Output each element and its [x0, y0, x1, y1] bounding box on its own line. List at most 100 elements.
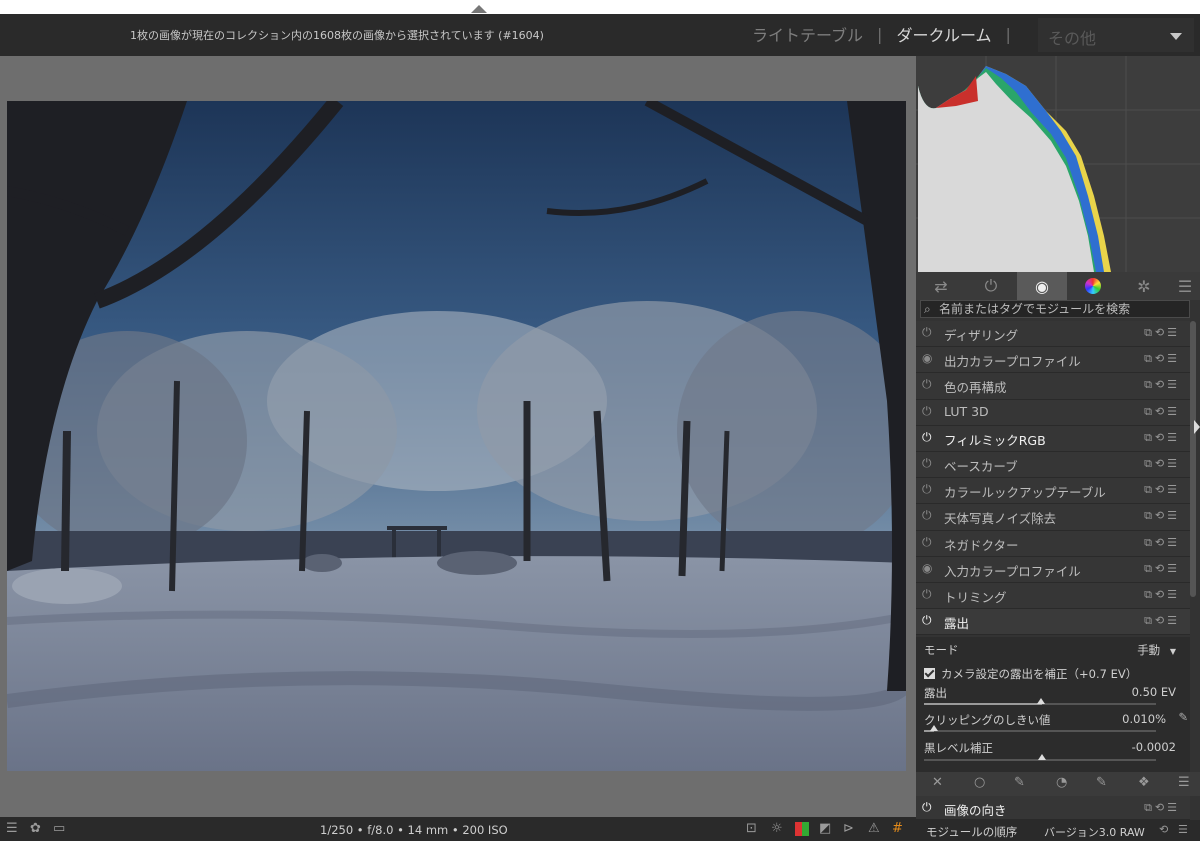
- softproof-icon[interactable]: [795, 822, 809, 836]
- second-window-icon[interactable]: ▭: [53, 821, 65, 836]
- view-darkroom[interactable]: ダークルーム: [896, 22, 991, 46]
- module-actions[interactable]: ⧉⟲☰: [1144, 509, 1180, 523]
- module-label: カラールックアップテーブル: [944, 485, 1106, 501]
- module-actions[interactable]: ⧉⟲☰: [1144, 431, 1180, 445]
- module-actions[interactable]: ⧉⟲☰: [1144, 378, 1180, 392]
- module-label: 画像の向き: [944, 803, 1007, 818]
- drawn-mask-icon[interactable]: ✎: [1014, 775, 1025, 790]
- tab-effects[interactable]: ✲: [1119, 272, 1169, 300]
- gamut-check-icon[interactable]: ◩: [819, 821, 831, 836]
- module-output-color-profile[interactable]: ◉ 出力カラープロファイル ⧉⟲☰: [916, 347, 1190, 374]
- module-input-color-profile[interactable]: ◉ 入力カラープロファイル ⧉⟲☰: [916, 556, 1190, 583]
- tab-quick-access[interactable]: ⇄: [916, 272, 966, 300]
- focus-peaking-icon[interactable]: ⊡: [746, 821, 757, 836]
- module-actions[interactable]: ⧉⟲☰: [1144, 457, 1180, 471]
- slider-marker[interactable]: [930, 725, 938, 731]
- module-filmic-rgb[interactable]: ⏻ フィルミックRGB ⧉⟲☰: [916, 425, 1190, 452]
- module-dithering[interactable]: ⏻ ディザリング ⧉⟲☰: [916, 321, 1190, 348]
- blend-menu-icon[interactable]: ☰: [1178, 775, 1190, 790]
- module-list-scrollbar[interactable]: [1190, 321, 1196, 597]
- snowy-park-photo: [7, 101, 906, 771]
- module-actions[interactable]: ⧉⟲☰: [1144, 352, 1180, 366]
- raw-overexposed-icon[interactable]: ⊳: [843, 821, 854, 836]
- raster-mask-icon[interactable]: ❖: [1138, 775, 1150, 790]
- module-actions[interactable]: ⧉⟲☰: [1144, 614, 1180, 628]
- image-viewport[interactable]: [0, 56, 916, 817]
- module-actions[interactable]: ⧉⟲☰: [1144, 483, 1180, 497]
- black-level-slider[interactable]: [924, 754, 1156, 761]
- clipping-warning-icon[interactable]: ⚠: [868, 821, 880, 836]
- reset-icon[interactable]: ⟲: [1159, 823, 1168, 836]
- module-actions[interactable]: ⧉⟲☰: [1144, 536, 1180, 550]
- module-color-reconstruction[interactable]: ⏻ 色の再構成 ⧉⟲☰: [916, 373, 1190, 400]
- styles-icon[interactable]: ✿: [30, 821, 41, 836]
- eyedropper-icon[interactable]: ✎: [1178, 710, 1188, 724]
- module-negadoctor[interactable]: ⏻ ネガドクター ⧉⟲☰: [916, 530, 1190, 557]
- more-views-dropdown[interactable]: その他: [1038, 18, 1194, 52]
- compensate-checkbox[interactable]: [924, 668, 935, 679]
- hamburger-icon[interactable]: ☰: [6, 821, 18, 836]
- search-input[interactable]: [939, 302, 1184, 316]
- module-order-value[interactable]: バージョン3.0 RAW: [1044, 824, 1145, 840]
- module-exposure[interactable]: ⏻ 露出 ⧉⟲☰: [916, 609, 1190, 636]
- module-label: トリミング: [944, 589, 1007, 605]
- power-icon[interactable]: ⏻: [922, 325, 932, 340]
- power-icon[interactable]: ⏻: [922, 482, 932, 497]
- module-base-curve[interactable]: ⏻ ベースカーブ ⧉⟲☰: [916, 451, 1190, 479]
- compensate-camera-exposure-row[interactable]: カメラ設定の露出を補正（+0.7 EV）: [924, 666, 1176, 682]
- power-icon[interactable]: ⏻: [922, 800, 932, 815]
- power-icon[interactable]: ⏻: [922, 613, 932, 628]
- slider-marker[interactable]: [1037, 698, 1045, 704]
- black-level-value: -0.0002: [1131, 740, 1176, 754]
- mode-row[interactable]: モード 手動 ▼: [924, 642, 1176, 658]
- drawn-parametric-mask-icon[interactable]: ✎: [1096, 775, 1107, 790]
- view-switcher: ライトテーブル | ダークルーム |: [752, 22, 1025, 46]
- module-orientation[interactable]: ⏻ 画像の向き ⧉⟲☰: [916, 796, 1190, 820]
- power-icon[interactable]: ⏻: [922, 508, 932, 523]
- mode-select[interactable]: 手動 ▼: [1137, 642, 1176, 658]
- power-icon[interactable]: ⏻: [922, 430, 932, 445]
- module-actions[interactable]: ⧉⟲☰: [1144, 405, 1180, 419]
- tab-base[interactable]: ◉: [1017, 272, 1067, 300]
- power-icon[interactable]: ⏻: [922, 404, 932, 419]
- guides-icon[interactable]: #: [892, 821, 903, 836]
- module-color-lookup-table[interactable]: ⏻ カラールックアップテーブル ⧉⟲☰: [916, 478, 1190, 505]
- selection-status-text: 1枚の画像が現在のコレクション内の1608枚の画像から選択されています (#16…: [130, 29, 544, 42]
- power-icon[interactable]: ⏻: [922, 535, 932, 550]
- module-label: フィルミックRGB: [944, 432, 1046, 448]
- mask-off-icon[interactable]: ✕: [932, 775, 943, 790]
- right-panel: ⇄ ⏻ ◉ ✲ ☰ ⌕ ⏻ ディザリング ⧉⟲☰ ◉ 出力カラープロファイル ⧉⟲☰ ⏻…: [916, 56, 1200, 841]
- slider-marker[interactable]: [1038, 754, 1046, 760]
- exposure-row: 露出 0.50 EV: [924, 685, 1176, 701]
- tab-presets-menu[interactable]: ☰: [1170, 272, 1200, 300]
- power-icon[interactable]: ⏻: [922, 587, 932, 602]
- module-crop[interactable]: ⏻ トリミング ⧉⟲☰: [916, 582, 1190, 610]
- power-icon[interactable]: ⏻: [922, 377, 932, 392]
- module-search[interactable]: ⌕: [920, 300, 1190, 318]
- power-icon[interactable]: ⏻: [922, 456, 932, 471]
- top-panel-collapse-strip[interactable]: [0, 0, 1200, 14]
- module-lut-3d[interactable]: ⏻ LUT 3D ⧉⟲☰: [916, 399, 1190, 426]
- clipping-slider[interactable]: [924, 725, 1156, 732]
- collapse-top-arrow-icon[interactable]: [471, 5, 487, 13]
- exposure-slider[interactable]: [924, 698, 1156, 705]
- histogram[interactable]: [916, 56, 1200, 272]
- module-actions[interactable]: ⧉⟲☰: [1144, 801, 1180, 815]
- histogram-graph: [916, 56, 1200, 272]
- exposure-value: 0.50 EV: [1131, 685, 1176, 699]
- module-actions[interactable]: ⧉⟲☰: [1144, 562, 1180, 576]
- view-lighttable[interactable]: ライトテーブル: [752, 22, 863, 46]
- hamburger-icon[interactable]: ☰: [1178, 823, 1188, 836]
- parametric-mask-icon[interactable]: ◔: [1056, 775, 1067, 790]
- module-astro-denoise[interactable]: ⏻ 天体写真ノイズ除去 ⧉⟲☰: [916, 504, 1190, 531]
- compensate-label: カメラ設定の露出を補正（+0.7 EV）: [941, 667, 1138, 681]
- module-actions[interactable]: ⧉⟲☰: [1144, 326, 1180, 340]
- iso12646-bulb-icon[interactable]: ☼: [771, 821, 783, 836]
- chevron-down-icon: [1170, 33, 1182, 40]
- collapse-right-panel-arrow-icon[interactable]: [1194, 420, 1200, 434]
- tab-active-modules[interactable]: ⏻: [966, 272, 1016, 300]
- module-actions[interactable]: ⧉⟲☰: [1144, 588, 1180, 602]
- clipping-row: クリッピングのしきい値 0.010% ✎: [924, 710, 1188, 728]
- uniform-mask-icon[interactable]: ○: [974, 775, 985, 790]
- tab-color[interactable]: [1068, 272, 1118, 300]
